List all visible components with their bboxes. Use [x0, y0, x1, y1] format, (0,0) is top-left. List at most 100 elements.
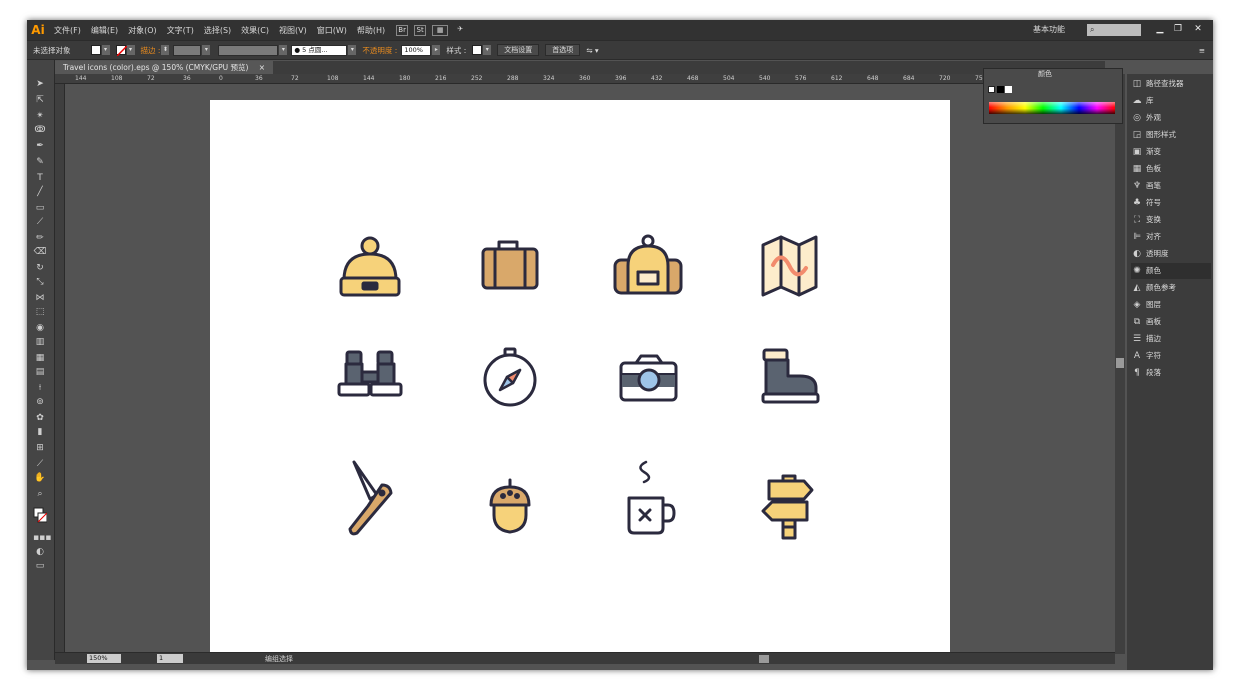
drawing-mode-icon[interactable]: ◐ [33, 546, 47, 558]
panel-stroke[interactable]: ☰ 描边 [1131, 331, 1211, 347]
slice-tool-icon[interactable]: ⟋ [33, 458, 47, 470]
chevron-down-icon[interactable]: ▾ [202, 45, 211, 55]
artboard[interactable] [210, 100, 950, 656]
horizontal-scroll-thumb[interactable] [759, 655, 769, 663]
direct-selection-tool-icon[interactable]: ⇱ [33, 94, 47, 106]
free-transform-icon[interactable]: ⬚ [33, 306, 47, 318]
perspective-grid-icon[interactable]: ▥ [33, 336, 47, 348]
rectangle-tool-icon[interactable]: ▭ [33, 202, 47, 214]
boot-icon[interactable] [761, 348, 820, 404]
stroke-swatch[interactable] [115, 45, 127, 56]
menu-help[interactable]: 帮助(H) [352, 25, 390, 36]
pen-tool-icon[interactable]: ✒ [33, 140, 47, 152]
panel-appearance[interactable]: ◎ 外观 [1131, 110, 1211, 126]
panel-layers[interactable]: ◈ 图层 [1131, 297, 1211, 313]
paintbrush-icon[interactable]: ⟋ [33, 216, 47, 228]
chevron-down-icon[interactable]: ▾ [101, 45, 110, 55]
acorn-icon[interactable] [489, 478, 531, 534]
menu-file[interactable]: 文件(F) [49, 25, 86, 36]
stroke-weight-field[interactable] [173, 44, 202, 56]
panel-graphic-styles[interactable]: ◲ 图形样式 [1131, 127, 1211, 143]
chevron-right-icon[interactable]: ▸ [432, 45, 441, 55]
variable-width-field[interactable] [218, 44, 279, 56]
pencil-icon[interactable]: ✏ [33, 232, 47, 244]
type-tool-icon[interactable]: T [33, 172, 47, 184]
selection-tool-icon[interactable]: ➤ [33, 78, 47, 90]
document-setup-button[interactable]: 文档设置 [497, 44, 540, 56]
compass-icon[interactable] [483, 347, 537, 407]
pocket-knife-icon[interactable] [348, 460, 393, 536]
document-tab[interactable]: Travel icons (color).eps @ 150% (CMYK/GP… [55, 61, 274, 74]
panel-gradient[interactable]: ▣ 渐变 [1131, 144, 1211, 160]
screen-mode-icon[interactable]: ▭ [33, 560, 47, 572]
color-panel-tab[interactable]: 颜色 [1038, 69, 1052, 79]
gpu-performance-icon[interactable]: ✈ [454, 25, 466, 36]
panel-symbols[interactable]: ♣ 符号 [1131, 195, 1211, 211]
menu-object[interactable]: 对象(O) [123, 25, 162, 36]
tab-close-icon[interactable]: × [259, 63, 265, 72]
opacity-label[interactable]: 不透明度 : [362, 45, 397, 56]
search-input[interactable]: ⌕ [1087, 24, 1141, 36]
panel-color-guide[interactable]: ◭ 颜色参考 [1131, 280, 1211, 296]
backpack-icon[interactable] [613, 234, 683, 295]
chevron-down-icon[interactable]: ▾ [348, 45, 357, 55]
brush-definition-field[interactable]: ● 5 点圆... [291, 44, 348, 56]
scroll-thumb[interactable] [1116, 358, 1124, 368]
chevron-down-icon[interactable]: ▾ [279, 45, 288, 55]
mesh-tool-icon[interactable]: ▦ [33, 352, 47, 364]
opacity-field[interactable]: 100% [401, 44, 432, 56]
close-icon[interactable]: ✕ [1189, 22, 1207, 36]
panel-paragraph[interactable]: ¶ 段落 [1131, 365, 1211, 381]
curvature-tool-icon[interactable]: ✎ [33, 156, 47, 168]
black-swatch[interactable] [997, 86, 1004, 93]
panel-align[interactable]: ⊫ 对齐 [1131, 229, 1211, 245]
scale-icon[interactable]: ⤡ [33, 276, 47, 288]
gradient-tool-icon[interactable]: ▤ [33, 366, 47, 378]
lasso-icon[interactable]: ↂ [33, 124, 47, 136]
beanie-hat-icon[interactable] [339, 236, 401, 297]
panel-pathfinder[interactable]: ◫ 路径查找器 [1131, 76, 1211, 92]
panel-brushes[interactable]: ♆ 画笔 [1131, 178, 1211, 194]
panel-libraries[interactable]: ☁ 库 [1131, 93, 1211, 109]
workspace-switcher[interactable]: 基本功能 [1033, 24, 1065, 35]
menu-window[interactable]: 窗口(W) [312, 25, 352, 36]
chevron-down-icon[interactable]: ▾ [126, 45, 135, 55]
camera-icon[interactable] [619, 354, 678, 402]
artboard-tool-icon[interactable]: ⊞ [33, 442, 47, 454]
menu-edit[interactable]: 编辑(E) [86, 25, 123, 36]
line-tool-icon[interactable]: ╱ [33, 186, 47, 198]
panel-character[interactable]: A 字符 [1131, 348, 1211, 364]
bridge-button[interactable]: Br [396, 24, 409, 36]
menu-view[interactable]: 视图(V) [274, 25, 312, 36]
chevron-down-icon[interactable]: ▾ [483, 45, 492, 55]
graphic-style-swatch[interactable] [472, 45, 483, 55]
arrange-icon[interactable]: ⇋ ▾ [586, 46, 598, 55]
width-tool-icon[interactable]: ⋈ [33, 292, 47, 304]
eraser-icon[interactable]: ⌫ [33, 246, 47, 258]
restore-icon[interactable]: ❐ [1169, 22, 1187, 36]
panel-artboards[interactable]: ⧉ 画板 [1131, 314, 1211, 330]
panel-menu-icon[interactable]: ≡ [1199, 46, 1205, 55]
hand-tool-icon[interactable]: ✋ [33, 472, 47, 484]
rotate-icon[interactable]: ↻ [33, 262, 47, 274]
panel-swatches[interactable]: ▦ 色板 [1131, 161, 1211, 177]
menu-type[interactable]: 文字(T) [162, 25, 199, 36]
suitcase-icon[interactable] [481, 240, 539, 290]
symbol-sprayer-icon[interactable]: ✿ [33, 412, 47, 424]
stroke-label[interactable]: 描边 : [141, 45, 161, 56]
panel-color[interactable]: ✺ 颜色 [1131, 263, 1211, 279]
panel-transform[interactable]: ⛶ 变换 [1131, 212, 1211, 228]
column-graph-icon[interactable]: ▮ [33, 426, 47, 438]
menu-effect[interactable]: 效果(C) [236, 25, 274, 36]
white-swatch[interactable] [1005, 86, 1012, 93]
zoom-tool-icon[interactable]: ⌕ [33, 488, 47, 500]
fill-stroke-swatches[interactable] [33, 506, 48, 528]
coffee-mug-icon[interactable] [627, 460, 676, 535]
page-field[interactable]: 1 [157, 654, 183, 663]
fill-swatch[interactable] [90, 45, 101, 55]
arrange-documents-icon[interactable]: ▦ [432, 24, 449, 36]
vertical-scrollbar[interactable] [1115, 74, 1125, 654]
folded-map-icon[interactable] [761, 235, 818, 297]
binoculars-icon[interactable] [337, 350, 403, 397]
panel-transparency[interactable]: ◐ 透明度 [1131, 246, 1211, 262]
